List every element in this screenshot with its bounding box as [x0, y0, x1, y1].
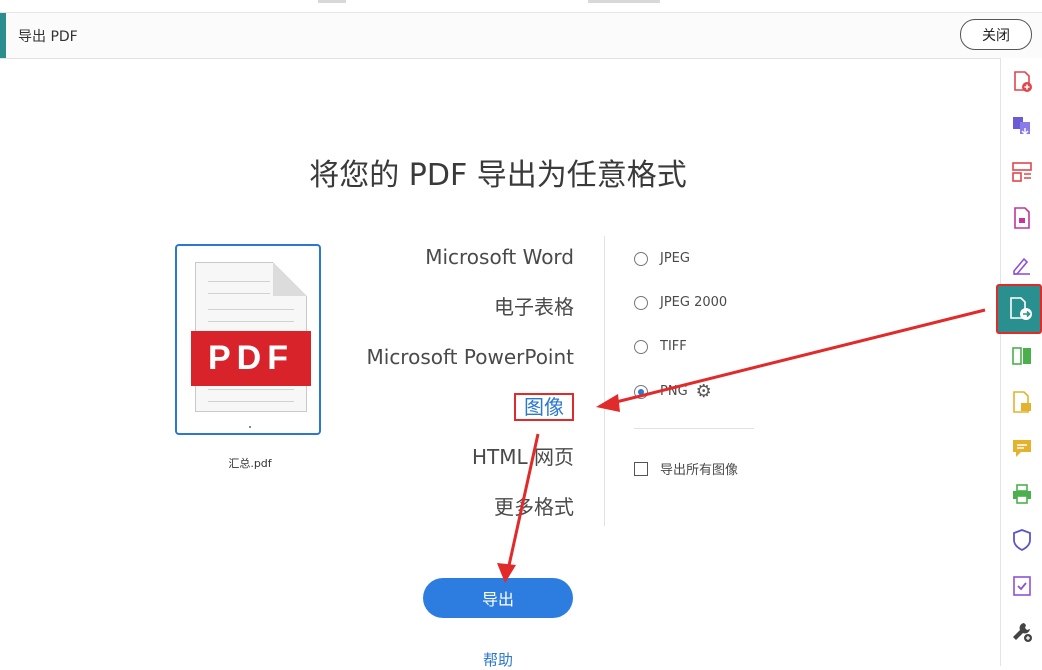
format-list: Microsoft Word 电子表格 Microsoft PowerPoint…	[367, 242, 575, 542]
format-image[interactable]: 图像	[367, 392, 574, 442]
tool-title: 导出 PDF	[18, 29, 78, 45]
compare-icon[interactable]	[1010, 344, 1034, 368]
radio-button[interactable]	[634, 251, 648, 266]
format-label: HTML 网页	[471, 445, 574, 469]
organize-pages-icon[interactable]	[1010, 160, 1034, 184]
format-label: 更多格式	[494, 495, 574, 519]
format-label: 图像	[514, 393, 574, 421]
edit-pdf-icon[interactable]	[1010, 206, 1034, 230]
help-link[interactable]: 帮助	[483, 649, 513, 670]
option-png[interactable]: PNG ⚙	[634, 381, 712, 402]
option-jpeg[interactable]: JPEG	[634, 251, 690, 266]
column-divider	[604, 236, 605, 526]
more-tools-icon[interactable]	[1010, 620, 1034, 644]
format-word[interactable]: Microsoft Word	[367, 242, 574, 292]
arrowhead	[596, 394, 620, 412]
gear-icon[interactable]: ⚙	[696, 381, 712, 402]
doc-line	[208, 321, 294, 322]
doc-line	[208, 309, 294, 310]
export-all-images-option[interactable]: 导出所有图像	[634, 459, 738, 478]
pdf-badge: PDF	[191, 331, 311, 386]
doc-line	[208, 389, 294, 390]
print-production-icon[interactable]	[1010, 482, 1034, 506]
fill-sign-icon[interactable]	[1010, 252, 1034, 276]
format-more[interactable]: 更多格式	[367, 492, 574, 542]
certificates-icon[interactable]	[1010, 574, 1034, 598]
create-pdf-icon[interactable]	[1010, 70, 1034, 94]
option-label: TIFF	[660, 339, 687, 354]
file-thumbnail[interactable]: PDF	[175, 244, 321, 435]
header-accent	[0, 13, 6, 58]
option-jpeg2000[interactable]: JPEG 2000	[634, 295, 727, 310]
page-fold	[273, 262, 307, 296]
radio-button[interactable]	[634, 339, 648, 354]
tool-header: 导出 PDF 关闭	[0, 13, 1042, 59]
file-name: 汇总.pdf	[228, 457, 272, 470]
checkbox[interactable]	[634, 461, 648, 476]
send-review-icon[interactable]	[1010, 390, 1034, 414]
checkbox-label: 导出所有图像	[660, 463, 739, 478]
thumbnail-dot	[249, 426, 251, 428]
radio-button[interactable]	[634, 295, 648, 310]
format-html[interactable]: HTML 网页	[367, 442, 574, 492]
option-label: JPEG 2000	[660, 295, 728, 310]
comment-icon[interactable]	[1010, 436, 1034, 460]
top-strip-fragment	[318, 0, 346, 3]
doc-line	[208, 281, 270, 282]
option-label: JPEG	[660, 251, 690, 266]
doc-line	[208, 401, 294, 402]
option-tiff[interactable]: TIFF	[634, 339, 687, 354]
option-label: PNG	[660, 384, 688, 399]
format-label: Microsoft PowerPoint	[366, 345, 575, 369]
window-top-strip	[0, 0, 1042, 13]
tools-rail	[996, 58, 1042, 666]
export-button[interactable]: 导出	[423, 578, 573, 618]
page-heading: 将您的 PDF 导出为任意格式	[309, 158, 687, 193]
options-divider	[634, 428, 754, 429]
format-powerpoint[interactable]: Microsoft PowerPoint	[367, 342, 575, 392]
combine-files-icon[interactable]	[1010, 114, 1034, 138]
format-label: 电子表格	[494, 295, 574, 319]
top-strip-fragment	[588, 0, 660, 3]
format-label: Microsoft Word	[425, 245, 574, 269]
close-button[interactable]: 关闭	[960, 19, 1032, 50]
protect-icon[interactable]	[1010, 528, 1034, 552]
radio-button[interactable]	[634, 384, 648, 399]
export-pdf-icon[interactable]	[996, 284, 1042, 334]
format-spreadsheet[interactable]: 电子表格	[367, 292, 574, 342]
doc-line	[208, 293, 270, 294]
